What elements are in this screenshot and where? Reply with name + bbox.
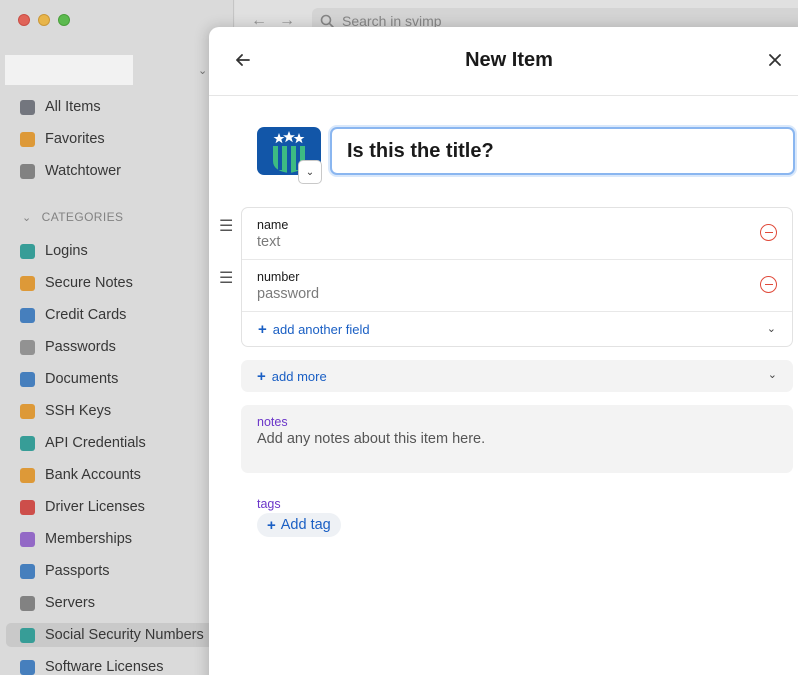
- sidebar-item-label: SSH Keys: [45, 403, 112, 419]
- drag-handle-icon[interactable]: ☰: [219, 219, 233, 235]
- sidebar-item-label: Social Security Numbers: [45, 627, 204, 643]
- sidebar-item-label: Bank Accounts: [45, 467, 141, 483]
- sidebar-item-secure-notes[interactable]: Secure Notes: [20, 271, 220, 295]
- sidebar-item-memberships[interactable]: Memberships: [20, 527, 220, 551]
- zoom-window-button[interactable]: [58, 14, 70, 26]
- sidebar-item-label: Secure Notes: [45, 275, 133, 291]
- new-item-dialog: New Item ⌄ ☰ ☰ name text number password: [209, 27, 798, 675]
- plus-icon: +: [257, 368, 266, 385]
- sidebar-item-label: Servers: [45, 595, 95, 611]
- ssn-icon: [20, 627, 35, 643]
- field-row[interactable]: name text: [242, 208, 792, 260]
- chevron-down-icon: ⌄: [767, 369, 777, 381]
- item-title-input[interactable]: [330, 127, 795, 175]
- all-items-icon: [20, 99, 35, 115]
- chevron-down-icon: ⌄: [22, 211, 32, 224]
- key-icon: [20, 243, 35, 259]
- terminal-icon: [20, 403, 35, 419]
- field-row[interactable]: number password: [242, 260, 792, 312]
- add-tag-label: Add tag: [280, 517, 331, 533]
- add-another-field-button[interactable]: + add another field ⌄: [242, 313, 792, 346]
- credit-card-icon: [20, 307, 35, 323]
- chevron-down-icon[interactable]: ⌄: [198, 64, 207, 77]
- add-more-label: add more: [271, 369, 327, 384]
- sidebar-item-ssh-keys[interactable]: SSH Keys: [20, 399, 220, 423]
- car-icon: [20, 499, 35, 515]
- sidebar-item-label: Documents: [45, 371, 119, 387]
- plus-icon: +: [258, 321, 267, 338]
- minimize-window-button[interactable]: [38, 14, 50, 26]
- dialog-title: New Item: [465, 49, 553, 71]
- server-icon: [20, 595, 35, 611]
- sidebar-item-label: Driver Licenses: [45, 499, 145, 515]
- sidebar-item-label: Favorites: [45, 131, 105, 147]
- close-window-button[interactable]: [18, 14, 30, 26]
- note-icon: [20, 275, 35, 291]
- chevron-down-icon[interactable]: ⌄: [767, 322, 776, 335]
- sidebar-item-logins[interactable]: Logins: [20, 239, 220, 263]
- watchtower-icon: [20, 163, 35, 179]
- license-icon: [20, 659, 35, 675]
- bank-icon: [20, 467, 35, 483]
- add-more-button[interactable]: + add more ⌄: [241, 360, 793, 392]
- sidebar-item-label: Credit Cards: [45, 307, 127, 323]
- chevron-down-icon: ⌄: [305, 166, 315, 178]
- categories-header[interactable]: ⌄ CATEGORIES: [22, 210, 123, 224]
- code-icon: [20, 435, 35, 451]
- password-key-icon: [20, 339, 35, 355]
- drag-handle-icon[interactable]: ☰: [219, 271, 233, 287]
- field-label[interactable]: number: [257, 270, 299, 284]
- sidebar-item-driver-licenses[interactable]: Driver Licenses: [20, 495, 220, 519]
- field-label[interactable]: name: [257, 218, 288, 232]
- fields-section: name text number password + add another …: [241, 207, 793, 347]
- add-another-field-label: add another field: [272, 322, 370, 337]
- sidebar-item-label: Passwords: [45, 339, 116, 355]
- field-value[interactable]: password: [257, 286, 319, 302]
- account-switcher[interactable]: [5, 55, 133, 85]
- sidebar-item-passwords[interactable]: Passwords: [20, 335, 220, 359]
- notes-input[interactable]: Add any notes about this item here.: [257, 431, 485, 447]
- sidebar: ⌄ All Items Favorites Watchtower ⌄ CATEGOR…: [0, 0, 234, 675]
- dialog-header: New Item: [209, 27, 798, 96]
- sidebar-item-label: API Credentials: [45, 435, 146, 451]
- window-controls: [18, 14, 70, 26]
- membership-icon: [20, 531, 35, 547]
- sidebar-item-servers[interactable]: Servers: [20, 591, 220, 615]
- sidebar-item-favorites[interactable]: Favorites: [20, 127, 220, 151]
- close-icon: [769, 54, 781, 66]
- sidebar-item-bank-accounts[interactable]: Bank Accounts: [20, 463, 220, 487]
- sidebar-item-label: Software Licenses: [45, 659, 164, 675]
- remove-field-icon[interactable]: [760, 224, 777, 241]
- search-icon: [320, 14, 334, 28]
- sidebar-item-all-items[interactable]: All Items: [20, 95, 220, 119]
- sidebar-item-documents[interactable]: Documents: [20, 367, 220, 391]
- star-icon: [20, 131, 35, 147]
- remove-field-icon[interactable]: [760, 276, 777, 293]
- close-button[interactable]: [766, 51, 784, 69]
- sidebar-item-watchtower[interactable]: Watchtower: [20, 159, 220, 183]
- sidebar-item-label: Passports: [45, 563, 110, 579]
- notes-section[interactable]: notes Add any notes about this item here…: [241, 405, 793, 473]
- tags-label: tags: [257, 497, 281, 511]
- sidebar-item-label: All Items: [45, 99, 101, 115]
- sidebar-item-credit-cards[interactable]: Credit Cards: [20, 303, 220, 327]
- sidebar-item-label: Memberships: [45, 531, 133, 547]
- plus-icon: +: [267, 516, 276, 534]
- sidebar-item-software-licenses[interactable]: Software Licenses: [20, 655, 220, 675]
- icon-options-button[interactable]: ⌄: [298, 160, 322, 184]
- sidebar-item-label: Logins: [45, 243, 88, 259]
- document-icon: [20, 371, 35, 387]
- sidebar-item-passports[interactable]: Passports: [20, 559, 220, 583]
- notes-label: notes: [257, 415, 288, 429]
- globe-icon: [20, 563, 35, 579]
- sidebar-item-api-credentials[interactable]: API Credentials: [20, 431, 220, 455]
- sidebar-item-label: Watchtower: [45, 163, 122, 179]
- sidebar-item-social-security-numbers[interactable]: Social Security Numbers: [6, 623, 234, 647]
- add-tag-button[interactable]: + Add tag: [257, 513, 341, 537]
- field-value[interactable]: text: [257, 234, 280, 250]
